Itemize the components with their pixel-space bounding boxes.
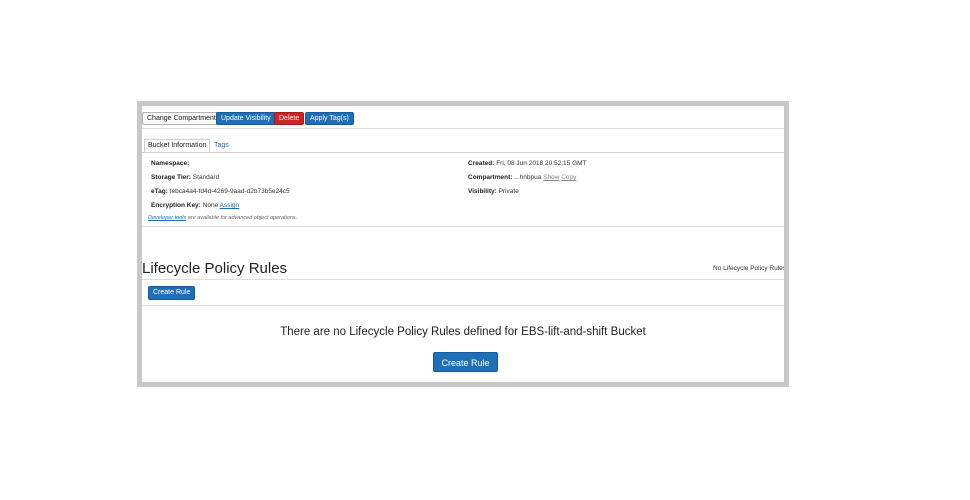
create-rule-primary-button[interactable]: Create Rule bbox=[433, 352, 498, 372]
compartment-copy-link[interactable]: Copy bbox=[561, 174, 576, 181]
lifecycle-section-title: Lifecycle Policy Rules bbox=[142, 260, 288, 277]
developer-tools-text: are available for advanced object operat… bbox=[186, 215, 298, 221]
storage-tier-value: Standard bbox=[192, 174, 220, 181]
namespace-label: Namespace: bbox=[151, 160, 190, 167]
assign-link[interactable]: Assign bbox=[220, 202, 240, 209]
encryption-key-row: Encryption Key: None Assign bbox=[151, 201, 239, 210]
compartment-show-link[interactable]: Show bbox=[543, 174, 559, 181]
delete-button[interactable]: Delete bbox=[274, 112, 305, 125]
lifecycle-count-note: No Lifecycle Policy Rules bbox=[713, 265, 786, 272]
section-title-divider bbox=[142, 279, 784, 280]
apply-tags-button[interactable]: Apply Tag(s) bbox=[305, 112, 354, 125]
etag-value: febca4a4-fd4d-4269-9aad-d2b73b5e24c5 bbox=[169, 188, 290, 195]
info-divider bbox=[142, 226, 784, 227]
etag-label: eTag: bbox=[151, 188, 168, 195]
created-value: Fri, 08 Jun 2018 20:52:15 GMT bbox=[496, 160, 587, 167]
tab-bucket-information[interactable]: Bucket Information bbox=[144, 139, 211, 153]
compartment-value: ...hnbpua bbox=[514, 174, 542, 181]
created-label: Created: bbox=[468, 160, 495, 167]
visibility-label: Visibility: bbox=[468, 188, 497, 195]
rules-toolbar-divider bbox=[142, 305, 784, 306]
tab-tags[interactable]: Tags bbox=[211, 139, 232, 153]
storage-tier-row: Storage Tier: Standard bbox=[151, 173, 219, 182]
developer-tools-note: Developer tools are available for advanc… bbox=[148, 215, 297, 221]
change-compartment-button[interactable]: Change Compartment bbox=[142, 112, 221, 125]
toolbar-divider bbox=[142, 128, 784, 129]
create-rule-button[interactable]: Create Rule bbox=[148, 286, 196, 300]
bucket-details-panel: Change Compartment Update Visibility Del… bbox=[137, 101, 789, 387]
storage-tier-label: Storage Tier: bbox=[151, 174, 191, 181]
compartment-label: Compartment: bbox=[468, 174, 513, 181]
visibility-value: Private bbox=[498, 188, 519, 195]
update-visibility-button[interactable]: Update Visibility bbox=[216, 112, 276, 125]
empty-state-message: There are no Lifecycle Policy Rules defi… bbox=[280, 326, 646, 338]
etag-row: eTag: febca4a4-fd4d-4269-9aad-d2b73b5e24… bbox=[151, 187, 290, 196]
encryption-key-value: None bbox=[202, 202, 219, 209]
encryption-key-label: Encryption Key: bbox=[151, 202, 201, 209]
created-row: Created: Fri, 08 Jun 2018 20:52:15 GMT bbox=[468, 159, 587, 168]
namespace-row: Namespace: bbox=[151, 159, 189, 168]
tab-underline bbox=[142, 152, 784, 153]
developer-tools-link[interactable]: Developer tools bbox=[148, 215, 186, 221]
visibility-row: Visibility: Private bbox=[468, 187, 519, 196]
compartment-row: Compartment: ...hnbpua Show Copy bbox=[468, 173, 576, 182]
